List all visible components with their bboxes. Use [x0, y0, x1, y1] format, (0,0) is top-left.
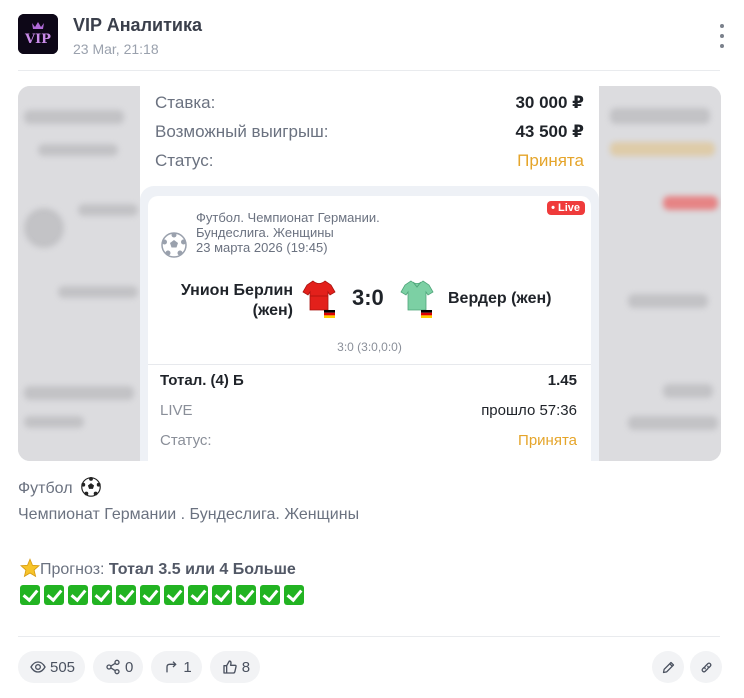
soccer-ball-icon: [161, 232, 187, 258]
live-row: LIVE прошло 57:36: [160, 402, 577, 419]
check-mark-icon: [68, 585, 88, 605]
bet-status-value: Принята: [518, 432, 577, 449]
check-mark-icon: [284, 585, 304, 605]
home-shirt-icon: [302, 280, 336, 311]
match-divider: [148, 364, 591, 365]
bet-card: Ставка: 30 000 ₽ Возможный выигрыш: 43 5…: [140, 86, 599, 461]
league-line-2: Бундеслига. Женщины: [196, 225, 334, 240]
bet-odds: 1.45: [547, 372, 577, 389]
post-image[interactable]: Ставка: 30 000 ₽ Возможный выигрыш: 43 5…: [18, 86, 721, 461]
sport-label: Футбол: [18, 480, 73, 497]
post-header: VIP VIP Аналитика 23 Mar, 21:18: [18, 14, 726, 70]
link-icon: [701, 662, 711, 672]
views-count: 505: [50, 658, 76, 676]
bet-status-label: Статус:: [160, 432, 212, 449]
reposts-counter[interactable]: 1: [151, 651, 202, 683]
stake-value: 30 000 ₽: [515, 93, 584, 112]
likes-count: 8: [241, 658, 251, 676]
forecast-label: Прогноз:: [40, 561, 105, 578]
forecast-line: Прогноз: Тотал 3.5 или 4 Больше: [19, 558, 296, 579]
forecast-value: Тотал 3.5 или 4 Больше: [108, 561, 296, 578]
match-card-wrap: Футбол. Чемпионат Германии. Бундеслига. …: [140, 186, 599, 461]
more-options-icon[interactable]: [715, 24, 729, 48]
check-mark-icon: [260, 585, 280, 605]
eye-icon: [30, 661, 46, 673]
check-mark-icon: [188, 585, 208, 605]
win-value: 43 500 ₽: [515, 122, 584, 141]
check-mark-icon: [20, 585, 40, 605]
check-mark-icon: [164, 585, 184, 605]
check-mark-icon: [236, 585, 256, 605]
league-line-1: Футбол. Чемпионат Германии.: [196, 210, 380, 225]
likes-counter[interactable]: 8: [209, 651, 261, 683]
shares-counter[interactable]: 0: [93, 651, 144, 683]
soccer-ball-icon: [81, 477, 101, 497]
win-label: Возможный выигрыш:: [155, 122, 329, 141]
status-label: Статус:: [155, 151, 214, 170]
thumbs-up-icon: [223, 660, 237, 674]
post-date: 23 Mar, 21:18: [73, 41, 159, 57]
germany-flag-icon: [324, 310, 335, 318]
league-description: Чемпионат Германии . Бундеслига. Женщины: [18, 506, 360, 523]
live-label: LIVE: [160, 402, 193, 419]
home-team-suffix: (жен): [252, 302, 293, 319]
check-mark-icon: [92, 585, 112, 605]
sport-line: Футбол: [18, 477, 101, 498]
check-mark-icon: [44, 585, 64, 605]
elapsed-time: прошло 57:36: [481, 402, 577, 419]
home-team: Унион Берлин (жен): [181, 281, 293, 321]
svg-text:VIP: VIP: [24, 32, 51, 47]
match-score: 3:0: [352, 285, 384, 310]
header-divider: [18, 70, 720, 71]
channel-avatar[interactable]: VIP: [18, 14, 58, 54]
post-actions: [652, 651, 722, 683]
repost-arrow-icon: [166, 661, 177, 673]
footer-divider: [18, 636, 720, 637]
share-icon: [106, 659, 120, 675]
star-icon: [19, 558, 41, 578]
stake-row: Ставка: 30 000 ₽: [155, 93, 584, 113]
home-team-name: Унион Берлин: [180, 282, 293, 299]
vip-logo-icon: VIP: [18, 14, 58, 54]
reposts-count: 1: [183, 658, 192, 676]
pencil-icon: [662, 661, 674, 673]
bet-name: Тотал. (4) Б: [160, 372, 244, 389]
post-stats: 505 0 1 8: [18, 651, 261, 683]
shares-count: 0: [125, 658, 134, 676]
live-badge: • Live: [547, 201, 585, 215]
check-mark-icon: [116, 585, 136, 605]
away-team: Вердер (жен): [448, 290, 552, 307]
channel-name[interactable]: VIP Аналитика: [73, 15, 202, 36]
away-shirt-icon: [400, 280, 434, 311]
match-league: Футбол. Чемпионат Германии. Бундеслига. …: [196, 210, 380, 255]
check-mark-icon: [140, 585, 160, 605]
status-row: Статус: Принята: [155, 151, 584, 171]
stake-label: Ставка:: [155, 93, 216, 112]
edit-button[interactable]: [652, 651, 684, 683]
bet-status-row: Статус: Принята: [160, 432, 577, 449]
germany-flag-icon: [421, 310, 432, 318]
win-row: Возможный выигрыш: 43 500 ₽: [155, 122, 584, 142]
match-subscore: 3:0 (3:0,0:0): [337, 340, 402, 354]
bet-row: Тотал. (4) Б 1.45: [160, 372, 577, 389]
match-datetime: 23 марта 2026 (19:45): [196, 240, 328, 255]
views-counter[interactable]: 505: [18, 651, 86, 683]
copy-link-button[interactable]: [690, 651, 722, 683]
check-mark-icon: [212, 585, 232, 605]
status-value: Принята: [517, 151, 584, 170]
success-checks: [20, 585, 304, 605]
match-card: Футбол. Чемпионат Германии. Бундеслига. …: [148, 196, 591, 461]
